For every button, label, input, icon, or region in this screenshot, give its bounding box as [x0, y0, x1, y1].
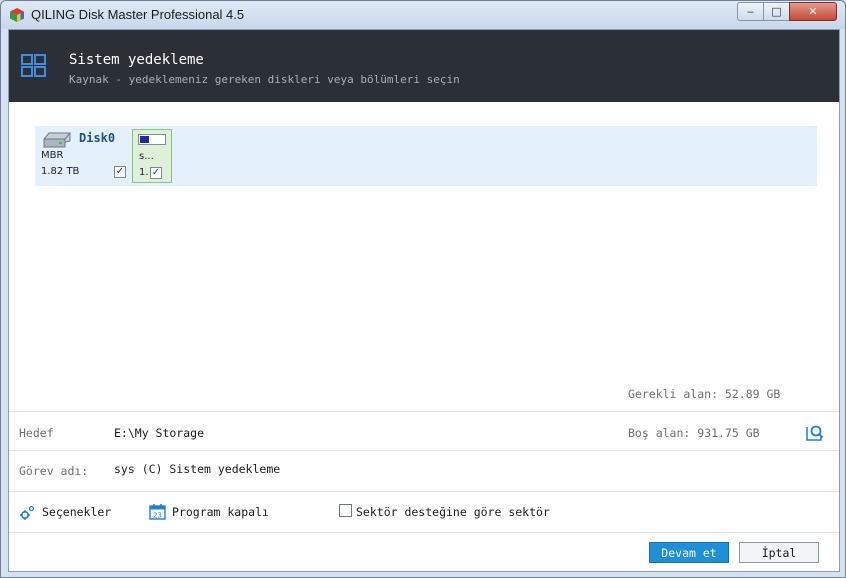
free-space: Boş alan: 931.75 GB [628, 426, 760, 440]
close-icon: ✕ [808, 5, 818, 18]
task-name-input[interactable]: sys (C) Sistem yedekleme [114, 462, 280, 476]
task-name-label: Görev adı: [19, 464, 89, 478]
maximize-button[interactable]: □ [763, 2, 790, 21]
app-window: QILING Disk Master Professional 4.5 ‒ □ … [0, 0, 846, 578]
checkmark-icon: ✓ [115, 166, 125, 177]
minimize-button[interactable]: ‒ [737, 2, 764, 21]
schedule-link[interactable]: Program kapalı [172, 505, 269, 519]
divider [9, 450, 839, 451]
target-label: Hedef [19, 426, 54, 440]
calendar-icon[interactable]: 23 [149, 503, 166, 520]
divider [9, 491, 839, 492]
cancel-button[interactable]: İptal [739, 542, 819, 563]
gear-icon[interactable] [19, 504, 36, 521]
partition-name: s... [139, 151, 154, 162]
partition-size: 1. [139, 167, 149, 178]
hard-disk-icon [43, 132, 71, 148]
sector-by-sector-label[interactable]: Sektör desteğine göre sektör [356, 505, 550, 519]
svg-text:23: 23 [153, 511, 162, 519]
grid-icon [21, 54, 46, 77]
partition-block[interactable]: s... 1. ✓ [132, 129, 172, 183]
page-title: Sistem yedekleme [69, 52, 204, 68]
dialog-body: Sistem yedekleme Kaynak - yedeklemeniz g… [8, 29, 840, 572]
title-bar[interactable]: QILING Disk Master Professional 4.5 ‒ □ … [1, 1, 845, 29]
partition-usage-fill [140, 136, 149, 143]
partition-checkbox[interactable]: ✓ [150, 167, 162, 179]
disk-row[interactable]: Disk0 MBR 1.82 TB ✓ s... 1. ✓ [35, 126, 817, 186]
required-space: Gerekli alan: 52.89 GB [628, 387, 781, 401]
sector-by-sector-checkbox[interactable] [339, 504, 352, 517]
disk-name: Disk0 [79, 131, 116, 145]
partition-usage-bar [138, 134, 166, 145]
disk-partition-style: MBR [41, 150, 64, 161]
wizard-header: Sistem yedekleme Kaynak - yedeklemeniz g… [9, 30, 839, 102]
minimize-icon: ‒ [747, 5, 754, 18]
divider [9, 411, 839, 412]
options-link[interactable]: Seçenekler [42, 505, 111, 519]
divider [9, 532, 839, 533]
checkmark-icon: ✓ [151, 167, 161, 178]
disk-size: 1.82 TB [41, 166, 80, 177]
page-subtitle: Kaynak - yedeklemeniz gereken diskleri v… [69, 73, 460, 86]
browse-search-icon[interactable] [806, 424, 824, 442]
target-path[interactable]: E:\My Storage [114, 426, 204, 440]
app-logo-icon [10, 8, 24, 22]
disk-checkbox[interactable]: ✓ [114, 166, 126, 178]
window-title: QILING Disk Master Professional 4.5 [31, 7, 245, 22]
next-button[interactable]: Devam et [649, 542, 729, 563]
close-button[interactable]: ✕ [789, 2, 837, 21]
maximize-icon: □ [771, 5, 782, 18]
